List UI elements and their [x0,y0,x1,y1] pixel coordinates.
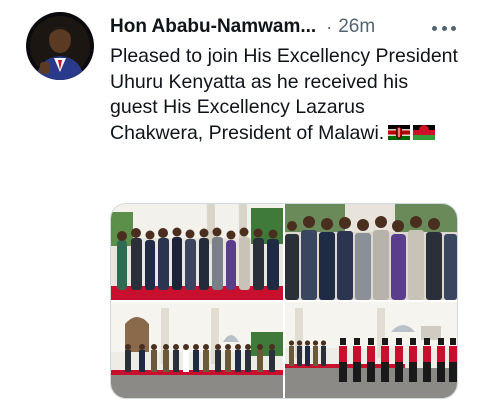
media-grid [110,203,458,399]
author-name[interactable]: Hon Ababu-Namwam... [110,16,316,38]
photo-2[interactable] [285,204,457,300]
photo-4[interactable] [285,302,457,398]
more-options-icon[interactable] [432,20,456,36]
separator-dot: · [326,16,333,37]
malawi-flag-icon [413,122,436,140]
tweet-header: Hon Ababu-Namwam... · 26m [110,14,470,40]
kenya-flag-icon [388,122,411,140]
photo-1[interactable] [111,204,283,300]
timestamp[interactable]: 26m [338,16,375,38]
avatar[interactable] [26,12,94,80]
photo-3[interactable] [111,302,283,398]
tweet-body: Pleased to join His Excellency President… [110,44,460,146]
